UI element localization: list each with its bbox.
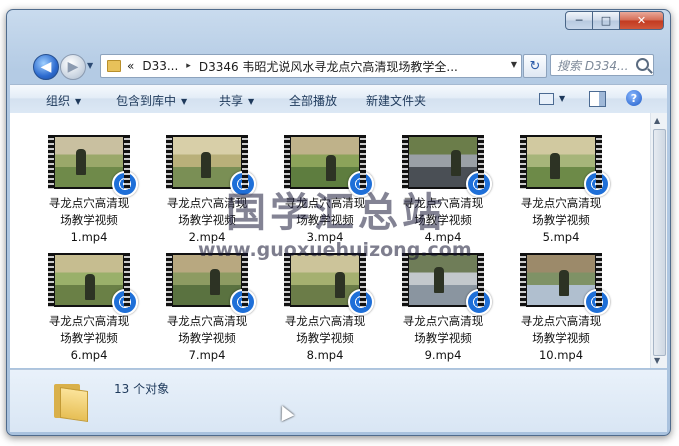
organize-menu[interactable]: 组织 ▼ <box>46 92 81 109</box>
scroll-down-icon[interactable]: ▼ <box>654 356 660 365</box>
address-segment-parent[interactable]: D33... <box>142 59 178 73</box>
address-separator-icon[interactable]: ▸ <box>186 61 191 71</box>
share-menu[interactable]: 共享 ▼ <box>219 92 254 109</box>
new-folder-button[interactable]: 新建文件夹 <box>366 92 426 109</box>
change-view-icon[interactable] <box>539 93 554 105</box>
file-name: 寻龙点穴高清现 场教学视频 7.mp4 <box>166 314 248 362</box>
minimize-button[interactable]: ─ <box>565 11 593 30</box>
file-name: 寻龙点穴高清现 场教学视频 6.mp4 <box>48 314 130 362</box>
close-button[interactable]: ✕ <box>619 11 664 30</box>
video-thumbnail <box>402 253 492 315</box>
address-bar[interactable]: « D33... ▸ D3346 韦昭尤说风水寻龙点穴高清现场教学全... ▼ <box>100 54 522 78</box>
preview-pane-icon[interactable] <box>589 91 606 107</box>
include-in-library-menu[interactable]: 包含到库中 ▼ <box>116 92 187 109</box>
video-reel-icon <box>348 289 374 315</box>
folder-icon <box>54 384 88 422</box>
file-item[interactable]: 寻龙点穴高清现 场教学视频 7.mp4 <box>155 253 259 364</box>
view-dropdown-icon[interactable]: ▼ <box>559 94 565 103</box>
details-pane: 13 个对象 <box>10 369 667 432</box>
address-segment-current[interactable]: D3346 韦昭尤说风水寻龙点穴高清现场教学全... <box>199 58 458 75</box>
video-thumbnail <box>520 135 610 197</box>
address-overflow-chevron[interactable]: « <box>127 59 134 73</box>
file-item[interactable]: 寻龙点穴高清现 场教学视频 10.mp4 <box>509 253 613 364</box>
video-thumbnail <box>166 253 256 315</box>
video-thumbnail <box>48 135 138 197</box>
video-reel-icon <box>112 171 138 197</box>
recent-pages-dropdown[interactable]: ▼ <box>87 61 93 70</box>
help-icon[interactable]: ? <box>626 90 642 106</box>
video-reel-icon <box>584 289 610 315</box>
back-button[interactable]: ◀ <box>33 54 59 80</box>
search-input[interactable]: 搜索 D334... <box>550 54 654 76</box>
file-item[interactable]: 寻龙点穴高清现 场教学视频 9.mp4 <box>391 253 495 364</box>
file-name: 寻龙点穴高清现 场教学视频 5.mp4 <box>520 196 602 244</box>
item-count: 13 个对象 <box>114 382 170 396</box>
video-reel-icon <box>584 171 610 197</box>
file-item[interactable]: 寻龙点穴高清现 场教学视频 5.mp4 <box>509 135 613 246</box>
scroll-up-icon[interactable]: ▲ <box>654 116 660 125</box>
refresh-button[interactable]: ↻ <box>523 54 547 78</box>
file-item[interactable]: 寻龙点穴高清现 场教学视频 6.mp4 <box>37 253 141 364</box>
address-dropdown-icon[interactable]: ▼ <box>511 60 517 69</box>
watermark-url: www.guoxuehuizong.com <box>198 239 472 261</box>
vertical-scrollbar[interactable]: ▲ ▼ <box>650 113 667 368</box>
file-item[interactable]: 寻龙点穴高清现 场教学视频 1.mp4 <box>37 135 141 246</box>
file-name: 寻龙点穴高清现 场教学视频 1.mp4 <box>48 196 130 244</box>
file-name: 寻龙点穴高清现 场教学视频 10.mp4 <box>520 314 602 362</box>
search-placeholder: 搜索 D334... <box>557 58 629 73</box>
file-item[interactable]: 寻龙点穴高清现 场教学视频 8.mp4 <box>273 253 377 364</box>
search-icon[interactable] <box>636 58 649 71</box>
folder-icon <box>107 60 121 72</box>
watermark-title: 国学汇总站 <box>226 189 446 236</box>
video-reel-icon <box>112 289 138 315</box>
scroll-thumb[interactable] <box>653 129 666 356</box>
video-thumbnail <box>48 253 138 315</box>
video-reel-icon <box>230 289 256 315</box>
play-all-button[interactable]: 全部播放 <box>289 92 337 109</box>
caption-buttons: ─ □ ✕ <box>565 11 664 30</box>
video-thumbnail <box>284 253 374 315</box>
video-reel-icon <box>466 171 492 197</box>
command-bar: 组织 ▼ 包含到库中 ▼ 共享 ▼ 全部播放 新建文件夹 ▼ ? <box>10 84 667 114</box>
maximize-button[interactable]: □ <box>592 11 620 30</box>
video-reel-icon <box>466 289 492 315</box>
forward-button[interactable]: ▶ <box>60 54 86 80</box>
file-name: 寻龙点穴高清现 场教学视频 8.mp4 <box>284 314 366 362</box>
file-name: 寻龙点穴高清现 场教学视频 9.mp4 <box>402 314 484 362</box>
video-thumbnail <box>520 253 610 315</box>
